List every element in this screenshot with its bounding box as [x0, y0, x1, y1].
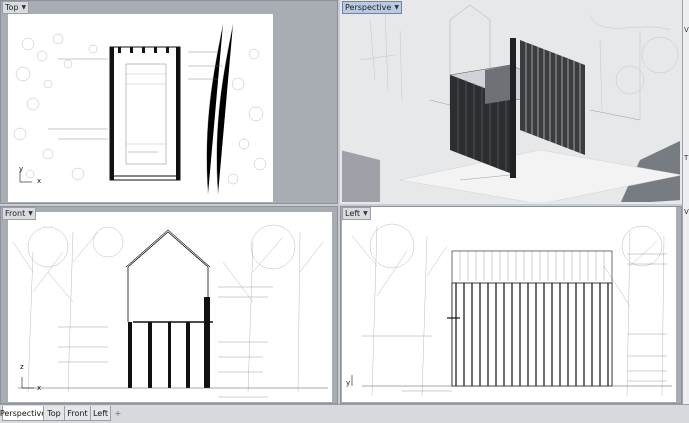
plan-drawing: [13, 23, 267, 195]
viewport-title-perspective[interactable]: Perspective ▼: [342, 1, 402, 14]
axis-y-label: y: [19, 165, 24, 173]
axis-y-label: y: [346, 379, 351, 387]
chevron-down-icon[interactable]: ▼: [394, 4, 399, 11]
viewport-tab-bar: Perspective Top Front Left +: [0, 404, 689, 423]
chevron-down-icon[interactable]: ▼: [22, 4, 27, 11]
viewport-front[interactable]: z x Front ▼: [0, 206, 338, 404]
side-panel-label: V: [684, 208, 689, 216]
perspective-drawing: [340, 4, 682, 204]
viewport-left[interactable]: y Left ▼: [340, 206, 682, 404]
viewport-title-top[interactable]: Top ▼: [2, 1, 30, 14]
drawing-sheet: [8, 14, 273, 202]
axis-x-label: x: [37, 177, 42, 185]
tab-perspective[interactable]: Perspective: [0, 406, 46, 421]
tab-top[interactable]: Top: [43, 406, 65, 421]
viewport-title-left[interactable]: Left ▼: [342, 207, 371, 220]
plus-icon: +: [114, 408, 122, 418]
viewport-title-front[interactable]: Front ▼: [2, 207, 36, 220]
side-panel-label: T: [684, 154, 689, 162]
chevron-down-icon[interactable]: ▼: [363, 210, 368, 217]
tab-front[interactable]: Front: [64, 406, 91, 421]
chevron-down-icon[interactable]: ▼: [28, 210, 33, 217]
viewport-top[interactable]: x y Top ▼: [0, 0, 338, 204]
viewport-perspective[interactable]: Perspective ▼: [340, 0, 682, 204]
axis-x-label: x: [37, 384, 42, 392]
axis-z-label: z: [20, 363, 24, 371]
drawing-sheet: [342, 206, 676, 402]
side-panel-label: V: [684, 26, 689, 34]
front-elevation-drawing: [12, 224, 328, 398]
left-elevation-drawing: [351, 223, 672, 397]
side-panel[interactable]: V T V: [682, 0, 689, 404]
add-tab-button[interactable]: +: [111, 406, 125, 420]
tab-left[interactable]: Left: [90, 406, 111, 421]
drawing-sheet: [8, 212, 332, 402]
